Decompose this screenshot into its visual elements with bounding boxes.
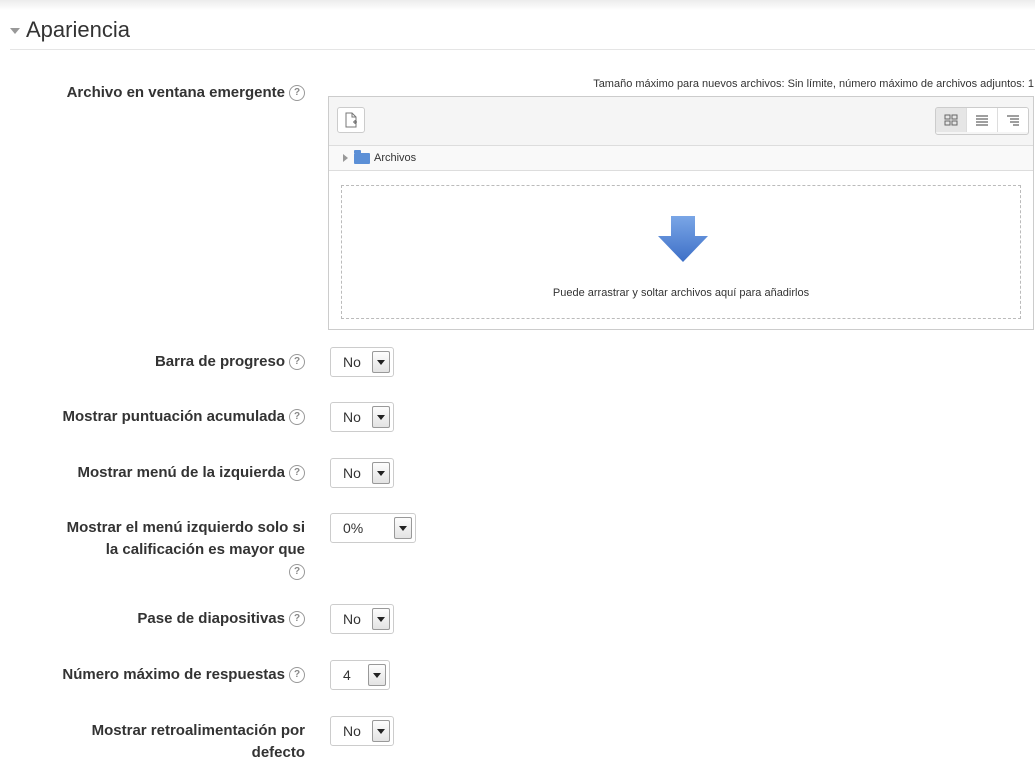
field-label-text: Mostrar el menú izquierdo solo si [66,519,305,536]
help-icon[interactable]: ? [289,667,305,684]
field-label-max-answers: Número máximo de respuestas? [62,664,305,685]
section-title: Apariencia [26,17,130,42]
help-icon[interactable]: ? [289,611,305,628]
select-value: 4 [343,667,351,683]
max-answers-select[interactable]: 4 [330,660,390,690]
path-folder-name[interactable]: Archivos [374,152,416,164]
field-label-text: Mostrar menú de la izquierda [77,464,285,481]
max-files-info: Tamaño máximo para nuevos archivos: Sin … [593,78,1034,90]
field-label-text: Mostrar puntuación acumulada [62,408,285,425]
field-label-default-feedback: Mostrar retroalimentación por defecto [92,720,305,764]
tree-view-button[interactable] [997,108,1028,132]
chevron-down-icon[interactable] [394,517,412,539]
select-value: No [343,354,361,370]
field-label-left-menu-grade: Mostrar el menú izquierdo solo si la cal… [67,517,305,583]
chevron-down-icon[interactable] [372,462,390,484]
folder-icon [354,149,370,164]
select-value: No [343,723,361,739]
drop-zone[interactable]: Puede arrastrar y soltar archivos aquí p… [341,185,1021,319]
view-switcher [935,107,1029,135]
field-label-slideshow: Pase de diapositivas? [137,608,305,629]
field-label-filepicker: Archivo en ventana emergente? [67,82,305,103]
grid-view-icon [944,114,958,126]
chevron-down-icon[interactable] [368,664,386,686]
list-view-button[interactable] [966,108,997,132]
list-view-icon [976,115,988,126]
field-label-text: Número máximo de respuestas [62,666,285,683]
add-file-icon [345,112,357,128]
tree-view-icon [1007,115,1019,126]
chevron-down-icon[interactable] [372,608,390,630]
file-picker-toolbar [329,97,1033,146]
add-file-button[interactable] [337,107,365,133]
left-menu-grade-select[interactable]: 0% [330,513,416,543]
progress-bar-select[interactable]: No [330,347,394,377]
show-score-select[interactable]: No [330,402,394,432]
help-icon[interactable]: ? [289,85,305,102]
select-value: No [343,611,361,627]
slideshow-select[interactable]: No [330,604,394,634]
down-arrow-icon [658,216,708,262]
field-label-text: Barra de progreso [154,353,285,370]
field-label-text: Archivo en ventana emergente [66,84,285,101]
select-value: 0% [343,520,364,536]
help-icon[interactable]: ? [289,564,305,581]
icons-view-button[interactable] [936,108,966,132]
help-icon[interactable]: ? [289,409,305,426]
field-label-text: defecto [251,744,305,761]
chevron-down-icon[interactable] [372,351,390,373]
section-header[interactable]: Apariencia [10,14,130,46]
file-picker-path: Archivos [329,146,1033,171]
field-label-progress-bar: Barra de progreso? [155,351,305,372]
chevron-down-icon[interactable] [372,406,390,428]
field-label-left-menu: Mostrar menú de la izquierda? [77,462,305,483]
top-shade [0,0,1035,10]
file-picker: Archivos Puede arrastrar y soltar archiv… [328,96,1034,330]
field-label-text: la calificación es mayor que [105,541,305,558]
section-divider [10,49,1035,50]
help-icon[interactable]: ? [289,465,305,482]
field-label-text: Pase de diapositivas [137,610,285,627]
collapse-triangle-icon[interactable] [10,28,20,34]
help-icon[interactable]: ? [289,354,305,371]
left-menu-select[interactable]: No [330,458,394,488]
field-label-text: Mostrar retroalimentación por [91,722,305,739]
drop-zone-text: Puede arrastrar y soltar archivos aquí p… [552,287,810,299]
expand-arrow-icon[interactable] [343,154,348,162]
select-value: No [343,465,361,481]
default-feedback-select[interactable]: No [330,716,394,746]
chevron-down-icon[interactable] [372,720,390,742]
select-value: No [343,409,361,425]
field-label-show-score: Mostrar puntuación acumulada? [62,406,305,427]
